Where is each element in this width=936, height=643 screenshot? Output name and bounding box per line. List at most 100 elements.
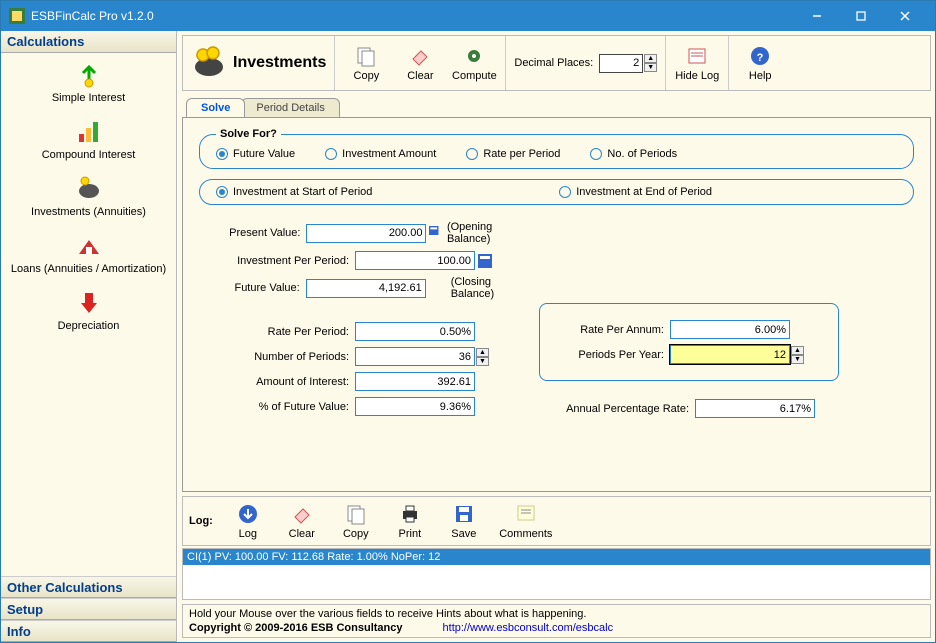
apr-input[interactable] bbox=[695, 399, 815, 418]
ppy-input[interactable] bbox=[670, 345, 790, 364]
main-panel: Investments Copy Clear Compute Decimal P… bbox=[177, 31, 935, 642]
timing-group: Investment at Start of Period Investment… bbox=[199, 179, 914, 205]
compute-button[interactable]: Compute bbox=[447, 39, 501, 87]
nav-label: Compound Interest bbox=[3, 149, 174, 161]
radio-end-of-period[interactable]: Investment at End of Period bbox=[559, 186, 872, 198]
decimal-label: Decimal Places: bbox=[514, 57, 593, 69]
nper-input[interactable] bbox=[355, 347, 475, 366]
toolbar-title-section: Investments bbox=[183, 36, 335, 90]
down-circle-icon bbox=[237, 503, 259, 525]
radio-investment-amount[interactable]: Investment Amount bbox=[325, 148, 436, 160]
loan-icon bbox=[75, 232, 103, 260]
close-button[interactable] bbox=[883, 1, 927, 31]
eraser-icon bbox=[409, 45, 431, 67]
floppy-icon bbox=[453, 503, 475, 525]
copyright-text: Copyright © 2009-2016 ESB Consultancy bbox=[189, 622, 403, 634]
rpa-label: Rate Per Annum: bbox=[554, 324, 664, 336]
dollar-up-icon bbox=[75, 61, 103, 89]
tab-solve[interactable]: Solve bbox=[186, 98, 245, 117]
piggy-icon bbox=[75, 175, 103, 203]
copy-button[interactable]: Copy bbox=[339, 39, 393, 87]
rpa-input[interactable] bbox=[670, 320, 790, 339]
sidebar-info[interactable]: Info bbox=[1, 620, 176, 642]
radio-no-of-periods[interactable]: No. of Periods bbox=[590, 148, 677, 160]
svg-text:?: ? bbox=[757, 52, 764, 64]
radio-future-value[interactable]: Future Value bbox=[216, 148, 295, 160]
pofv-label: % of Future Value: bbox=[199, 401, 349, 413]
copy-icon bbox=[355, 45, 377, 67]
clear-button[interactable]: Clear bbox=[393, 39, 447, 87]
annum-box: Rate Per Annum: Periods Per Year: ▲▼ bbox=[539, 303, 839, 381]
apr-label: Annual Percentage Rate: bbox=[539, 403, 689, 415]
down-arrow-icon bbox=[75, 289, 103, 317]
calc-icon[interactable] bbox=[478, 254, 492, 268]
fv-label: Future Value: bbox=[199, 282, 300, 294]
client-area: Calculations Simple Interest Compound In… bbox=[1, 31, 935, 642]
solve-for-group: Solve For? Future Value Investment Amoun… bbox=[199, 128, 914, 169]
sidebar-setup[interactable]: Setup bbox=[1, 598, 176, 620]
decimal-spinner[interactable]: ▲▼ bbox=[644, 54, 657, 72]
help-button[interactable]: ?Help bbox=[733, 39, 787, 87]
log-print-button[interactable]: Print bbox=[383, 497, 437, 545]
radio-rate-per-period[interactable]: Rate per Period bbox=[466, 148, 560, 160]
sidebar: Calculations Simple Interest Compound In… bbox=[1, 31, 177, 642]
gear-icon bbox=[463, 45, 485, 67]
pv-input[interactable] bbox=[306, 224, 426, 243]
toolbar-title: Investments bbox=[233, 54, 326, 72]
log-clear-button[interactable]: Clear bbox=[275, 497, 329, 545]
maximize-button[interactable] bbox=[839, 1, 883, 31]
nav-loans[interactable]: Loans (Annuities / Amortization) bbox=[1, 228, 176, 285]
nper-spinner[interactable]: ▲▼ bbox=[476, 348, 489, 366]
help-icon: ? bbox=[749, 45, 771, 67]
nav-investments[interactable]: Investments (Annuities) bbox=[1, 171, 176, 228]
titlebar: ESBFinCalc Pro v1.2.0 bbox=[1, 1, 935, 31]
log-button[interactable]: Log bbox=[221, 497, 275, 545]
printer-icon bbox=[399, 503, 421, 525]
bar-chart-icon bbox=[75, 118, 103, 146]
log-listbox[interactable]: CI(1) PV: 100.00 FV: 112.68 Rate: 1.00% … bbox=[182, 548, 931, 600]
investments-icon bbox=[191, 45, 227, 81]
website-link[interactable]: http://www.esbconsult.com/esbcalc bbox=[443, 622, 614, 634]
nav-compound-interest[interactable]: Compound Interest bbox=[1, 114, 176, 171]
calc-icon[interactable] bbox=[429, 226, 438, 240]
sidebar-header: Calculations bbox=[1, 31, 176, 53]
aoi-label: Amount of Interest: bbox=[199, 376, 349, 388]
eraser-icon bbox=[291, 503, 313, 525]
solve-for-legend: Solve For? bbox=[216, 128, 281, 140]
log-entry[interactable]: CI(1) PV: 100.00 FV: 112.68 Rate: 1.00% … bbox=[183, 549, 930, 565]
ppy-spinner[interactable]: ▲▼ bbox=[791, 346, 804, 364]
ppy-label: Periods Per Year: bbox=[554, 349, 664, 361]
app-icon bbox=[9, 8, 25, 24]
rpp-label: Rate Per Period: bbox=[199, 326, 349, 338]
log-copy-button[interactable]: Copy bbox=[329, 497, 383, 545]
log-save-button[interactable]: Save bbox=[437, 497, 491, 545]
nav-label: Simple Interest bbox=[3, 92, 174, 104]
sidebar-other[interactable]: Other Calculations bbox=[1, 576, 176, 598]
toolbar: Investments Copy Clear Compute Decimal P… bbox=[182, 35, 931, 91]
log-icon bbox=[686, 45, 708, 67]
ipp-label: Investment Per Period: bbox=[199, 255, 349, 267]
decimal-section: Decimal Places: ▲▼ bbox=[506, 36, 666, 90]
decimal-input[interactable] bbox=[599, 54, 643, 73]
log-label: Log: bbox=[189, 515, 213, 527]
radio-start-of-period[interactable]: Investment at Start of Period bbox=[216, 186, 529, 198]
fv-input[interactable] bbox=[306, 279, 426, 298]
tabstrip: Solve Period Details bbox=[186, 95, 931, 117]
nav-depreciation[interactable]: Depreciation bbox=[1, 285, 176, 342]
ipp-input[interactable] bbox=[355, 251, 475, 270]
window-title: ESBFinCalc Pro v1.2.0 bbox=[31, 9, 795, 23]
note-icon bbox=[515, 503, 537, 525]
hidelog-button[interactable]: Hide Log bbox=[670, 39, 724, 87]
pofv-input[interactable] bbox=[355, 397, 475, 416]
minimize-button[interactable] bbox=[795, 1, 839, 31]
tab-period-details[interactable]: Period Details bbox=[241, 98, 339, 117]
nav-simple-interest[interactable]: Simple Interest bbox=[1, 57, 176, 114]
nav-label: Investments (Annuities) bbox=[3, 206, 174, 218]
nper-label: Number of Periods: bbox=[199, 351, 349, 363]
nav-label: Depreciation bbox=[3, 320, 174, 332]
nav-label: Loans (Annuities / Amortization) bbox=[3, 263, 174, 275]
rpp-input[interactable] bbox=[355, 322, 475, 341]
aoi-input[interactable] bbox=[355, 372, 475, 391]
nav-list: Simple Interest Compound Interest Invest… bbox=[1, 53, 176, 576]
log-comments-button[interactable]: Comments bbox=[491, 497, 561, 545]
